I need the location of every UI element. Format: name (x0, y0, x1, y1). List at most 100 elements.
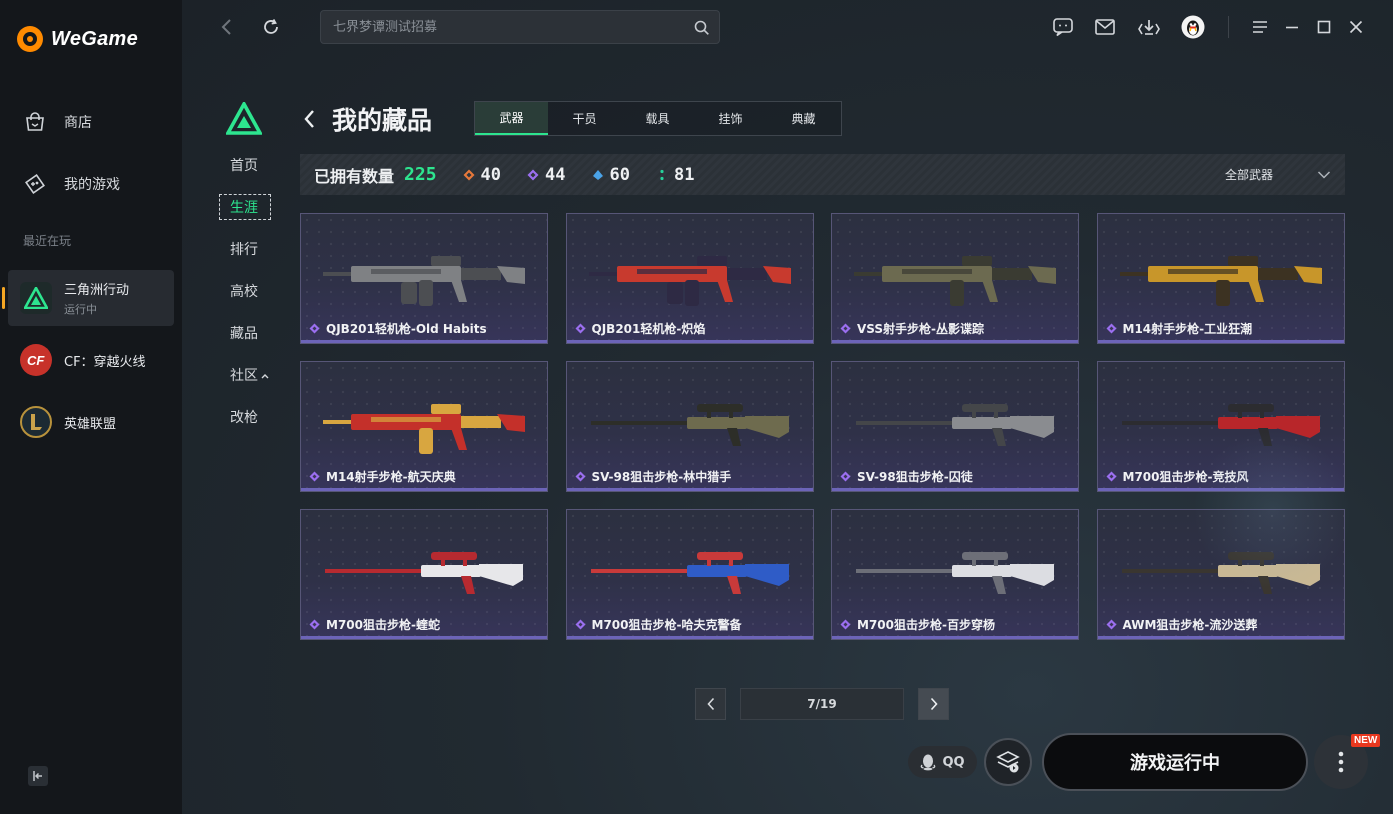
weapon-caption: SV-98狙击步枪-林中猎手 (575, 468, 731, 485)
search-box (320, 10, 720, 44)
recent-game-league-of-legends[interactable]: 英雄联盟 (8, 394, 174, 450)
weapon-caption: QJB201轻机枪-炽焰 (575, 320, 705, 337)
nav-my-games-label: 我的游戏 (64, 177, 120, 193)
weapon-card[interactable]: M700狙击步枪-竞技风 (1096, 361, 1345, 492)
game-nav-item[interactable]: 藏品 (219, 321, 271, 347)
weapon-caption: VSS射手步枪-丛影谍踪 (840, 320, 984, 337)
weapon-name: VSS射手步枪-丛影谍踪 (857, 322, 985, 336)
weapon-image (590, 404, 789, 446)
close-button[interactable] (1343, 14, 1369, 40)
more-vertical-icon (1338, 751, 1344, 773)
chevron-left-icon (304, 110, 314, 128)
game-nav-item[interactable]: 高校 (219, 279, 271, 305)
game-running-button[interactable]: 游戏运行中 (1042, 733, 1308, 791)
weapon-name: M700狙击步枪-蝰蛇 (326, 618, 440, 632)
next-page-button[interactable] (918, 688, 949, 720)
weapon-image (856, 552, 1054, 594)
game-tools-button[interactable] (984, 738, 1032, 786)
new-badge: NEW (1351, 734, 1381, 747)
weapon-card[interactable]: QJB201轻机枪-Old Habits (300, 213, 548, 344)
weapon-caption: AWM狙击步枪-流沙送葬 (1106, 616, 1258, 633)
maximize-button[interactable] (1311, 14, 1337, 40)
downloads-button[interactable] (1136, 14, 1162, 40)
back-button[interactable] (214, 14, 240, 40)
rarity-diamond-icon (1106, 323, 1116, 334)
weapon-card[interactable]: M700狙击步枪-蝰蛇 (300, 509, 548, 640)
search-input[interactable] (321, 11, 719, 43)
rarity-diamond-icon (309, 323, 320, 334)
rarity-diamond-icon (840, 471, 851, 482)
nav-store-label: 商店 (64, 115, 92, 131)
weapon-name: M14射手步枪-工业狂潮 (1122, 322, 1253, 336)
qq-label: QQ (942, 754, 965, 770)
chevron-up-icon (261, 374, 269, 379)
recent-game-delta-force[interactable]: 三角洲行动 运行中 (2, 270, 174, 326)
minimize-icon (1286, 26, 1298, 29)
tab-3[interactable]: 挂饰 (694, 102, 767, 135)
tab-0[interactable]: 武器 (475, 102, 548, 135)
collection-tabs: 武器 干员 载具 挂饰 典藏 (474, 101, 842, 136)
chevron-left-icon (221, 19, 231, 35)
main-content: 首页生涯排行高校藏品社区改枪 我的藏品 武器干员载具挂饰典藏 已拥有数量 225… (182, 0, 1393, 814)
game-nav-item[interactable]: 首页 (219, 153, 271, 179)
previous-page-button[interactable] (695, 688, 726, 720)
nav-my-games[interactable]: 我的游戏 (22, 169, 120, 199)
weapon-name: SV-98狙击步枪-囚徒 (857, 470, 973, 484)
weapon-image (1121, 552, 1320, 594)
weapon-card[interactable]: SV-98狙击步枪-囚徒 (831, 361, 1079, 492)
weapon-card[interactable]: QJB201轻机枪-炽焰 (565, 213, 814, 344)
rarity-diamond-icon (309, 471, 320, 482)
tab-2[interactable]: 载具 (621, 102, 694, 135)
game-nav-item[interactable]: 生涯 (219, 194, 271, 220)
rarity-count: 40 (463, 165, 501, 185)
weapon-card[interactable]: M14射手步枪-航天庆典 (300, 361, 548, 492)
user-avatar-button[interactable] (1180, 14, 1206, 40)
refresh-button[interactable] (258, 14, 284, 40)
title-back-button[interactable] (302, 104, 322, 134)
minimize-button[interactable] (1279, 14, 1305, 40)
weapon-filter-label: 全部武器 (1224, 168, 1273, 182)
tab-1[interactable]: 干员 (548, 102, 621, 135)
main-menu-button[interactable] (1247, 14, 1273, 40)
game-nav-item[interactable]: 社区 (219, 363, 271, 389)
weapon-image (323, 404, 525, 454)
weapon-name: AWM狙击步枪-流沙送葬 (1122, 618, 1258, 632)
mail-button[interactable] (1092, 14, 1118, 40)
weapon-name: M14射手步枪-航天庆典 (326, 470, 456, 484)
rarity-diamond-icon (660, 169, 664, 180)
weapon-card[interactable]: M700狙击步枪-哈夫克警备 (565, 509, 814, 640)
qq-button[interactable]: QQ (908, 746, 977, 778)
game-nav-label: 首页 (230, 158, 258, 174)
tab-4[interactable]: 典藏 (767, 102, 840, 135)
messages-button[interactable] (1050, 14, 1076, 40)
weapon-card[interactable]: SV-98狙击步枪-林中猎手 (565, 361, 814, 492)
weapon-image (588, 256, 791, 306)
brand-name: WeGame (51, 27, 139, 50)
page-header: 我的藏品 (302, 101, 432, 137)
collapse-arrow-icon (33, 771, 42, 781)
recent-game-name: CF：穿越火线 (64, 354, 146, 370)
game-nav-item[interactable]: 排行 (219, 237, 271, 263)
game-nav-label: 改枪 (230, 410, 258, 426)
weapon-caption: M14射手步枪-航天庆典 (309, 468, 456, 485)
weapon-filter-select[interactable]: 全部武器 (1225, 154, 1331, 195)
brand[interactable]: WeGame (17, 24, 138, 54)
weapon-caption: M700狙击步枪-百步穿杨 (840, 616, 995, 633)
delta-force-logo-icon[interactable] (226, 102, 262, 136)
recent-game-crossfire[interactable]: CF CF：穿越火线 (8, 332, 174, 388)
nav-store[interactable]: 商店 (22, 107, 92, 137)
weapon-card[interactable]: AWM狙击步枪-流沙送葬 (1096, 509, 1345, 640)
weapon-name: M700狙击步枪-哈夫克警备 (591, 618, 742, 632)
delta-force-icon (20, 282, 52, 314)
collapse-sidebar-button[interactable] (28, 766, 48, 786)
search-icon[interactable] (693, 19, 711, 37)
weapon-card[interactable]: VSS射手步枪-丛影谍踪 (831, 213, 1079, 344)
weapon-card[interactable]: M700狙击步枪-百步穿杨 (831, 509, 1079, 640)
weapon-card[interactable]: M14射手步枪-工业狂潮 (1096, 213, 1345, 344)
chevron-left-icon (706, 697, 714, 711)
weapon-name: M700狙击步枪-百步穿杨 (857, 618, 995, 632)
rarity-diamond-icon (309, 619, 320, 630)
chevron-down-icon (1317, 170, 1331, 179)
rarity-count-value: 60 (609, 164, 630, 185)
game-nav-item[interactable]: 改枪 (219, 405, 271, 431)
